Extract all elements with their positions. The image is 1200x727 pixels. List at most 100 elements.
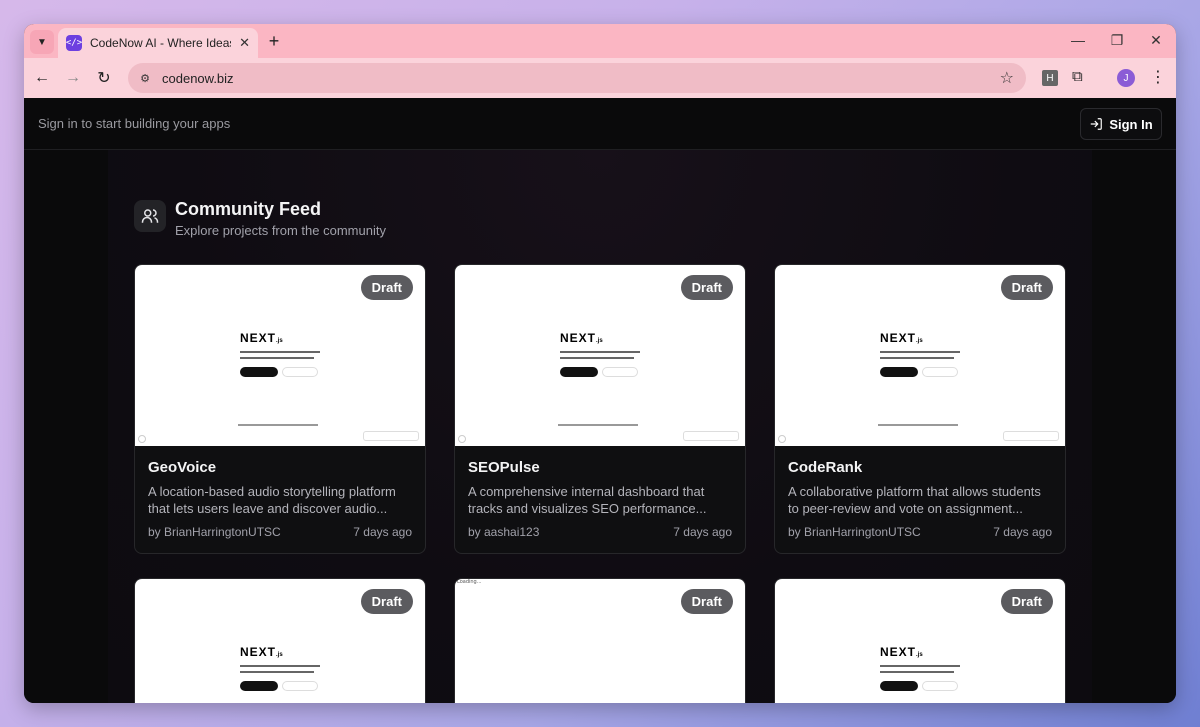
preview-nav-icon bbox=[458, 435, 466, 443]
minimize-icon[interactable]: — bbox=[1068, 32, 1088, 48]
feed-section: Community Feed Explore projects from the… bbox=[108, 150, 1092, 703]
preview-line bbox=[240, 671, 314, 673]
project-card[interactable]: NEXT.js Draft bbox=[774, 578, 1066, 703]
project-time: 7 days ago bbox=[353, 525, 412, 539]
page-header: Sign in to start building your apps Sign… bbox=[24, 98, 1176, 150]
project-time: 7 days ago bbox=[993, 525, 1052, 539]
tab-title: CodeNow AI - Where Ideas Begin bbox=[90, 36, 231, 50]
preview-footer-links bbox=[238, 424, 318, 426]
more-menu-icon[interactable]: ⋮ bbox=[1150, 67, 1166, 87]
status-badge: Draft bbox=[1000, 275, 1053, 300]
project-author: by BrianHarringtonUTSC bbox=[788, 525, 921, 539]
extension-h-icon[interactable]: H bbox=[1042, 70, 1058, 86]
restore-icon[interactable]: ❐ bbox=[1107, 32, 1127, 49]
preview-docs-button bbox=[282, 681, 318, 691]
url-text[interactable]: codenow.biz bbox=[162, 71, 234, 86]
users-icon bbox=[134, 200, 166, 232]
preview-nav-icon bbox=[778, 435, 786, 443]
reload-icon[interactable]: ↻ bbox=[94, 68, 114, 88]
project-card[interactable]: NEXT.js Draft CodeRank A collaborative plat… bbox=[774, 264, 1066, 554]
browser-window: ▼ </> CodeNow AI - Where Ideas Begin ✕ +… bbox=[24, 24, 1176, 703]
feed-subtitle: Explore projects from the community bbox=[175, 223, 386, 238]
forward-arrow-icon[interactable]: → bbox=[63, 68, 83, 88]
card-body: SEOPulse A comprehensive internal dashboa… bbox=[455, 446, 745, 553]
status-badge: Draft bbox=[360, 589, 413, 614]
nextjs-logo: NEXT.js bbox=[240, 331, 283, 345]
project-preview[interactable]: NEXT.js Draft bbox=[455, 265, 745, 446]
card-body: GeoVoice A location-based audio storytell… bbox=[135, 446, 425, 553]
preview-deploy-button bbox=[240, 367, 278, 377]
project-description: A location-based audio storytelling plat… bbox=[148, 484, 396, 516]
project-meta: by BrianHarringtonUTSC 7 days ago bbox=[788, 525, 1052, 539]
preview-deploy-button bbox=[880, 367, 918, 377]
project-card[interactable]: NEXT.js Draft SEOPulse A comprehensive inte… bbox=[454, 264, 746, 554]
preview-line bbox=[880, 357, 954, 359]
preview-docs-button bbox=[922, 681, 958, 691]
preview-made-with-badge bbox=[363, 431, 419, 441]
project-author: by aashai123 bbox=[468, 525, 540, 539]
project-card[interactable]: NEXT.js Draft GeoVoice A location-based aud… bbox=[134, 264, 426, 554]
project-preview[interactable]: NEXT.js Draft bbox=[135, 579, 425, 703]
chevron-down-icon: ▼ bbox=[37, 36, 47, 48]
preview-line bbox=[240, 665, 320, 667]
project-preview[interactable]: NEXT.js Draft bbox=[135, 265, 425, 446]
nextjs-logo: NEXT.js bbox=[880, 645, 923, 659]
login-icon bbox=[1091, 118, 1103, 130]
profile-avatar[interactable]: J bbox=[1117, 69, 1135, 87]
project-preview[interactable]: NEXT.js Draft bbox=[775, 579, 1065, 703]
preview-footer-links bbox=[878, 424, 958, 426]
preview-docs-button bbox=[602, 367, 638, 377]
sign-in-label: Sign In bbox=[1109, 116, 1153, 132]
project-preview[interactable]: Loading... Draft bbox=[455, 579, 745, 703]
project-card[interactable]: Loading... Draft bbox=[454, 578, 746, 703]
preview-line bbox=[240, 351, 320, 353]
preview-line bbox=[880, 665, 960, 667]
preview-line bbox=[560, 357, 634, 359]
preview-docs-button bbox=[282, 367, 318, 377]
preview-line bbox=[880, 671, 954, 673]
feed-title: Community Feed bbox=[175, 199, 322, 219]
extensions-puzzle-icon[interactable]: ⧉ bbox=[1072, 68, 1083, 85]
preview-deploy-button bbox=[240, 681, 278, 691]
status-badge: Draft bbox=[680, 275, 733, 300]
preview-line bbox=[880, 351, 960, 353]
close-icon[interactable]: ✕ bbox=[239, 35, 250, 51]
project-author: by BrianHarringtonUTSC bbox=[148, 525, 281, 539]
page-viewport: Sign in to start building your apps Sign… bbox=[24, 98, 1176, 703]
back-arrow-icon[interactable]: ← bbox=[32, 68, 52, 88]
site-info-icon[interactable]: ⚙ bbox=[134, 67, 156, 89]
preview-footer-links bbox=[558, 424, 638, 426]
bookmark-star-icon[interactable]: ☆ bbox=[1000, 68, 1014, 88]
preview-nav-icon bbox=[138, 435, 146, 443]
project-title[interactable]: SEOPulse bbox=[468, 459, 732, 476]
preview-made-with-badge bbox=[683, 431, 739, 441]
preview-deploy-button bbox=[560, 367, 598, 377]
project-card[interactable]: NEXT.js Draft bbox=[134, 578, 426, 703]
status-badge: Draft bbox=[680, 589, 733, 614]
status-badge: Draft bbox=[360, 275, 413, 300]
project-description: A comprehensive internal dashboard that … bbox=[468, 484, 707, 516]
close-window-icon[interactable]: ✕ bbox=[1146, 32, 1166, 49]
address-bar[interactable]: ⚙ codenow.biz ☆ bbox=[128, 63, 1026, 93]
new-tab-button[interactable]: + bbox=[264, 31, 284, 51]
nextjs-logo: NEXT.js bbox=[880, 331, 923, 345]
status-badge: Draft bbox=[1000, 589, 1053, 614]
project-preview[interactable]: NEXT.js Draft bbox=[775, 265, 1065, 446]
signin-message: Sign in to start building your apps bbox=[38, 116, 231, 131]
card-body: CodeRank A collaborative platform that al… bbox=[775, 446, 1065, 553]
tab-search-button[interactable]: ▼ bbox=[30, 30, 54, 54]
nextjs-logo: NEXT.js bbox=[560, 331, 603, 345]
preview-deploy-button bbox=[880, 681, 918, 691]
preview-line bbox=[560, 351, 640, 353]
project-title[interactable]: CodeRank bbox=[788, 459, 1052, 476]
codenow-favicon-icon: </> bbox=[66, 35, 82, 51]
project-description: A collaborative platform that allows stu… bbox=[788, 484, 1041, 516]
project-meta: by BrianHarringtonUTSC 7 days ago bbox=[148, 525, 412, 539]
preview-line bbox=[240, 357, 314, 359]
preview-docs-button bbox=[922, 367, 958, 377]
project-title[interactable]: GeoVoice bbox=[148, 459, 412, 476]
browser-toolbar: ← → ↻ ⚙ codenow.biz ☆ H ⧉ J ⋮ bbox=[24, 58, 1176, 98]
active-tab[interactable]: </> CodeNow AI - Where Ideas Begin ✕ bbox=[58, 28, 258, 58]
sign-in-button[interactable]: Sign In bbox=[1080, 108, 1162, 140]
tab-strip: ▼ </> CodeNow AI - Where Ideas Begin ✕ +… bbox=[24, 24, 1176, 58]
